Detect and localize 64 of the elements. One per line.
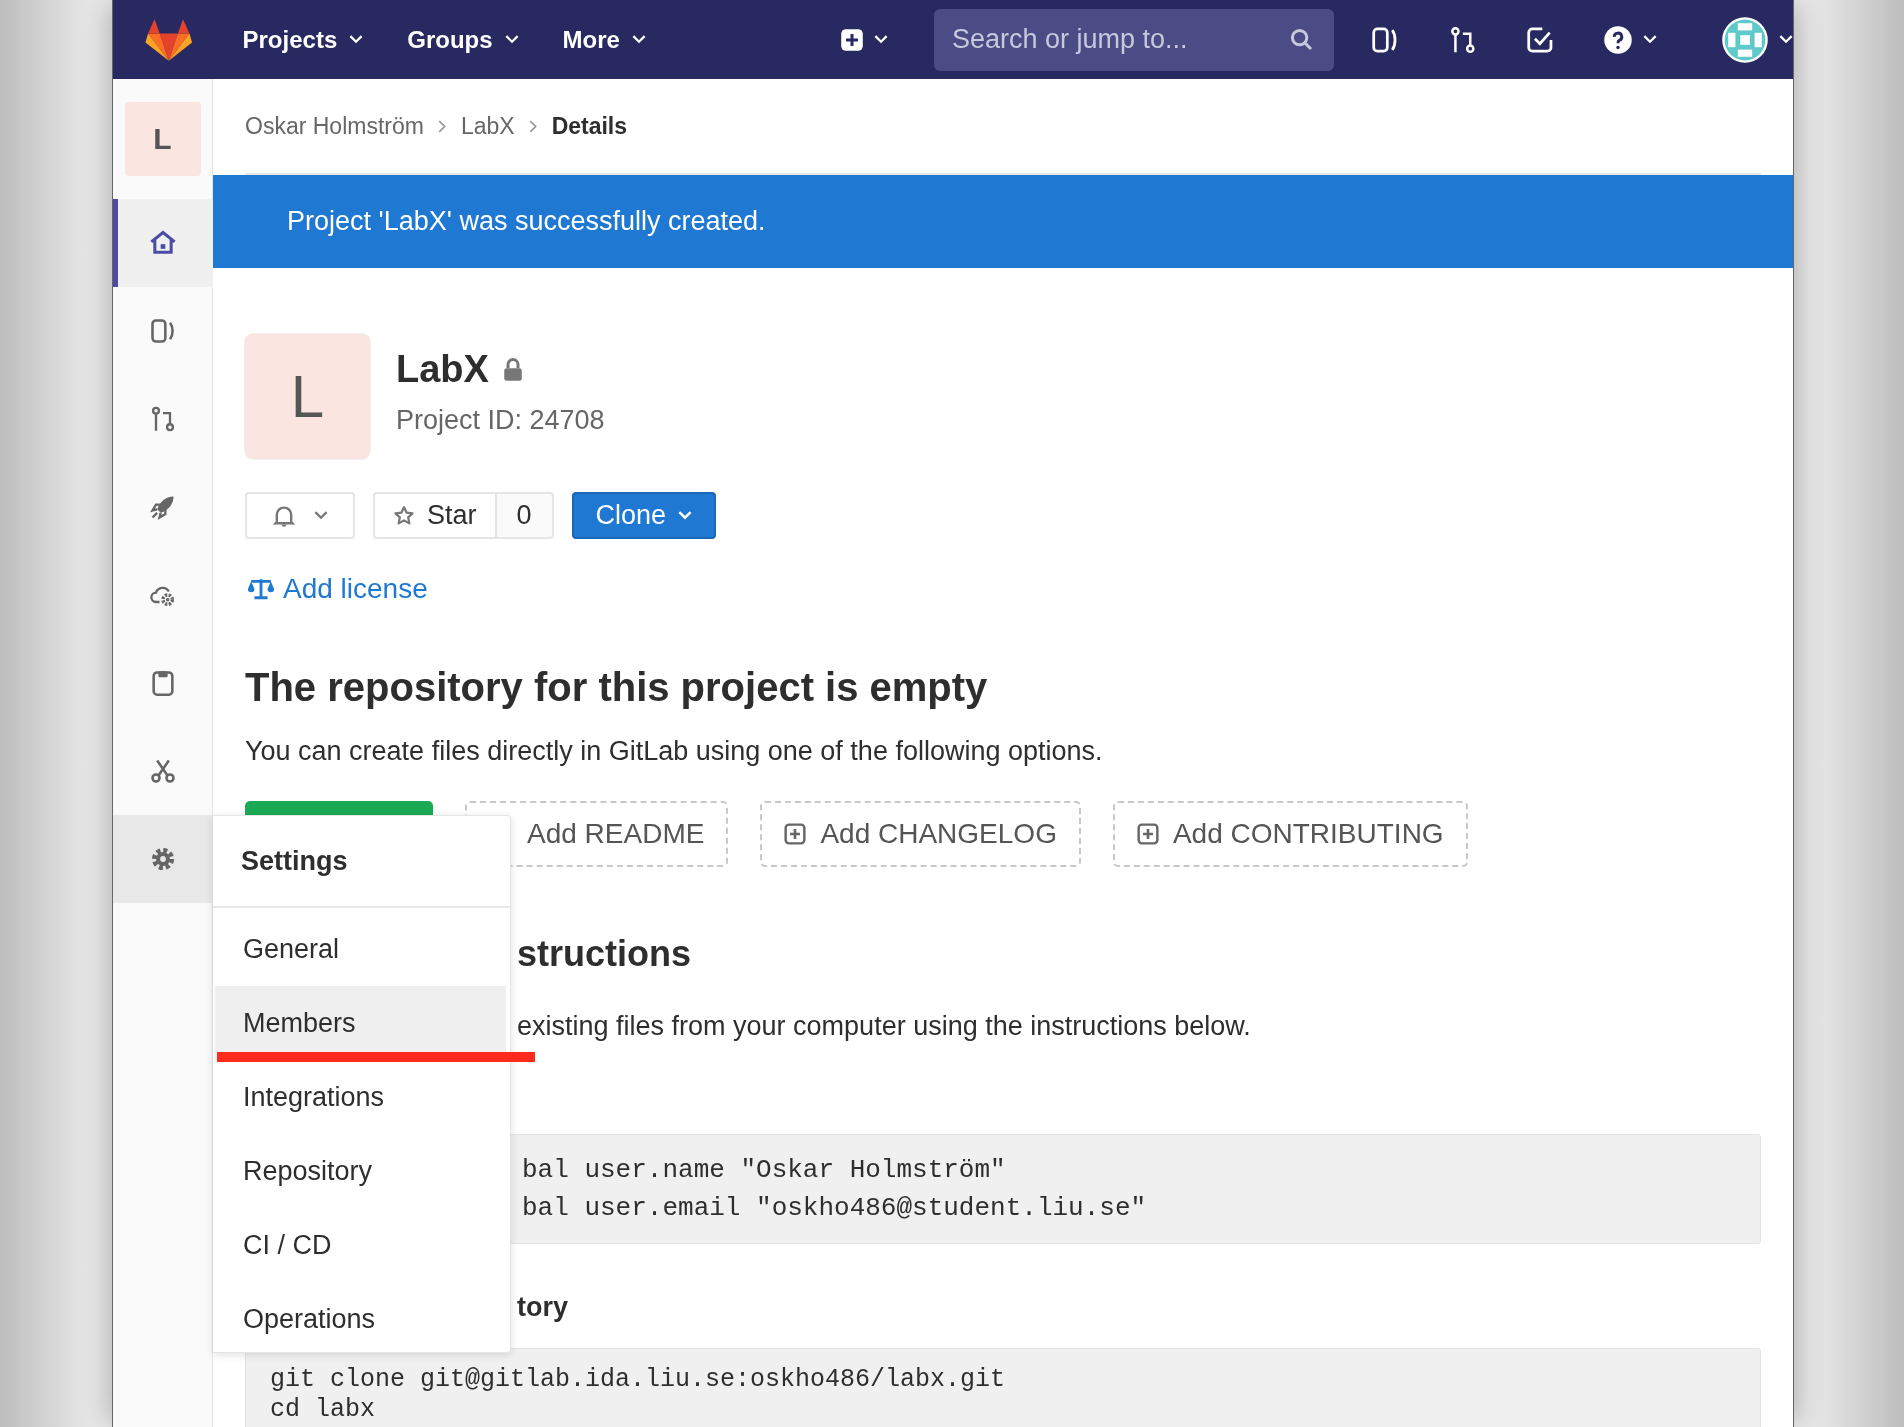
issues-icon — [149, 317, 177, 345]
section-subheading: tory — [517, 1292, 569, 1323]
breadcrumb-link[interactable]: Details — [551, 112, 628, 140]
help-icon — [1603, 24, 1633, 55]
menu-item[interactable]: Operations — [215, 1282, 506, 1356]
section-heading: structions — [517, 933, 693, 975]
empty-repo-heading: The repository for this project is empty — [245, 665, 989, 710]
scale-icon — [247, 577, 275, 601]
sidebar-item[interactable] — [113, 815, 213, 903]
breadcrumb-link[interactable]: Oskar Holmström — [245, 112, 424, 140]
caret-icon — [631, 35, 646, 44]
nav-menu[interactable]: Groups — [407, 25, 519, 54]
menu-item[interactable]: CI / CD — [215, 1208, 506, 1282]
menu-item[interactable]: General — [215, 912, 506, 986]
star-button[interactable]: Star — [373, 492, 497, 539]
project-avatar[interactable]: L — [124, 102, 201, 176]
flash-message: Project 'LabX' was successfully created. — [287, 206, 766, 237]
project-avatar: L — [245, 334, 370, 459]
chevron-icon — [437, 119, 447, 133]
nav-menu[interactable]: Projects — [242, 25, 364, 54]
clone-button[interactable]: Clone — [571, 492, 717, 539]
search-icon — [1289, 27, 1314, 52]
project-title: LabX — [396, 348, 489, 391]
caret-icon — [504, 35, 519, 44]
new-menu-button[interactable] — [839, 27, 888, 52]
caret-icon — [349, 35, 364, 44]
settings-icon — [149, 845, 177, 873]
user-menu-button[interactable] — [1721, 15, 1793, 64]
caret-icon — [1643, 35, 1657, 44]
menu-item[interactable]: Repository — [215, 1134, 506, 1208]
star-count[interactable]: 0 — [496, 492, 554, 539]
code-line: cd labx — [270, 1395, 377, 1425]
add-license-link[interactable]: Add license — [283, 573, 428, 605]
code-line: bal user.name "Oskar Holmström" — [522, 1154, 1007, 1187]
avatar-icon — [1721, 15, 1769, 64]
help-menu-button[interactable] — [1603, 24, 1657, 55]
fox-logo-icon[interactable] — [145, 17, 193, 62]
plus-square-icon — [784, 823, 807, 845]
bell-icon — [272, 503, 296, 528]
notification-button[interactable] — [245, 492, 355, 539]
nav-menu[interactable]: More — [562, 25, 646, 54]
menu-title: Settings — [213, 816, 510, 908]
caret-icon — [678, 511, 693, 520]
search-field[interactable]: Search or jump to... — [933, 8, 1334, 71]
home-icon — [149, 229, 177, 257]
add-file-button[interactable]: Add CHANGELOG — [760, 801, 1081, 867]
chevron-icon — [528, 119, 538, 133]
breadcrumb-link[interactable]: LabX — [460, 112, 515, 140]
project-id: Project ID: 24708 — [396, 405, 605, 436]
menu-item[interactable]: Integrations — [215, 1060, 506, 1134]
clipboard-icon — [149, 669, 177, 697]
instructions-text: existing files from your computer using the instructions below. — [517, 1011, 1252, 1042]
empty-repo-text: You can create files directly in GitLab using one of the following options. — [245, 736, 1104, 767]
sidebar-item[interactable] — [113, 199, 213, 287]
caret-icon — [314, 511, 328, 520]
caret-icon — [873, 35, 888, 44]
merge-request-icon — [149, 405, 177, 433]
scissors-icon — [149, 757, 177, 785]
add-file-button[interactable]: Add CONTRIBUTING — [1112, 801, 1468, 867]
plus-square-icon — [1136, 823, 1159, 845]
code-line: bal user.email "oskho486@student.liu.se" — [522, 1192, 1148, 1225]
code-line: git clone git@gitlab.ida.liu.se:oskho486/labx.git — [270, 1365, 1007, 1395]
plus-icon — [839, 27, 864, 52]
star-icon — [393, 504, 415, 527]
